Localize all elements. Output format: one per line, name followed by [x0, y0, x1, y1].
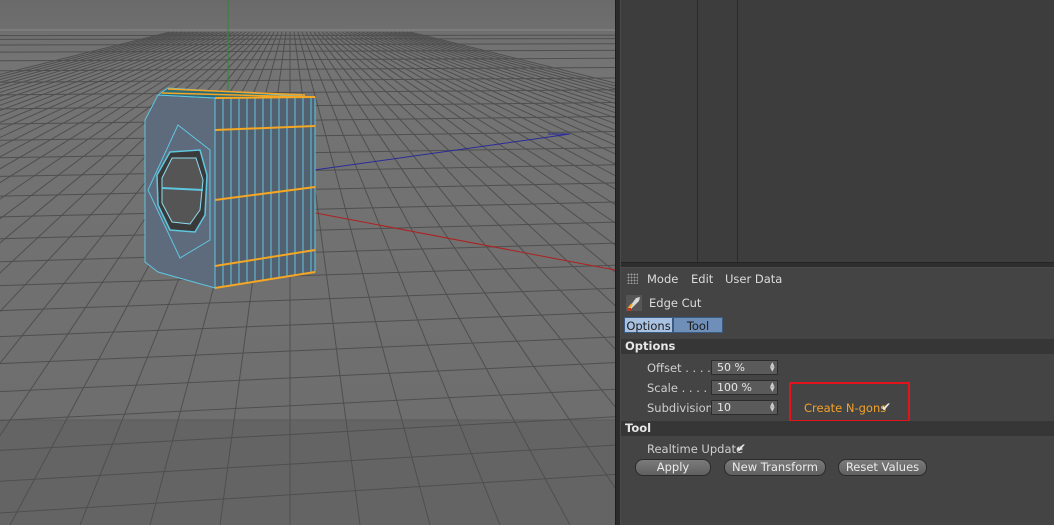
- tab-options[interactable]: Options: [624, 317, 673, 333]
- offset-label: Offset . . . .: [647, 361, 711, 375]
- viewport-scene: [0, 0, 615, 525]
- spinner-arrows-icon[interactable]: ▲ ▼: [770, 382, 775, 393]
- tab-tool[interactable]: Tool: [673, 317, 723, 333]
- subdivision-label: Subdivision: [647, 401, 713, 415]
- grid-line: [0, 287, 615, 312]
- realtime-update-checkbox[interactable]: ✔: [736, 442, 748, 454]
- subdivision-value: 10: [717, 401, 731, 414]
- menu-mode[interactable]: Mode: [647, 272, 678, 286]
- offset-field[interactable]: 50 % ▲ ▼: [711, 360, 778, 375]
- apply-button[interactable]: Apply: [635, 459, 711, 476]
- spinner-arrows-icon[interactable]: ▲ ▼: [770, 362, 775, 373]
- section-header-tool: Tool: [621, 421, 1054, 436]
- offset-value: 50 %: [717, 361, 745, 374]
- attribute-manager-menubar: Mode Edit User Data: [621, 268, 1054, 290]
- object-manager-panel: [621, 0, 1054, 262]
- reset-values-button[interactable]: Reset Values: [838, 459, 927, 476]
- scale-label: Scale . . . . .: [647, 381, 715, 395]
- panel-grip-icon[interactable]: [627, 273, 638, 284]
- new-transform-button[interactable]: New Transform: [724, 459, 826, 476]
- realtime-update-label: Realtime Update: [647, 442, 744, 456]
- grid-line: [0, 38, 615, 40]
- attribute-manager-panel: Mode Edit User Data Edge Cut Options Too…: [621, 268, 1054, 525]
- grid-line: [0, 311, 615, 338]
- menu-edit[interactable]: Edit: [691, 272, 713, 286]
- tool-name: Edge Cut: [649, 296, 702, 310]
- mesh-object: [144, 87, 316, 289]
- spinner-arrows-icon[interactable]: ▲ ▼: [770, 402, 775, 413]
- grid-line: [0, 388, 615, 421]
- om-column-divider: [737, 0, 738, 262]
- scale-value: 100 %: [717, 381, 752, 394]
- 3d-viewport[interactable]: [0, 0, 615, 525]
- scale-field[interactable]: 100 % ▲ ▼: [711, 380, 778, 395]
- section-header-options: Options: [621, 339, 1054, 354]
- om-column-divider: [697, 0, 698, 262]
- grid-line: [0, 362, 615, 393]
- create-ngons-label: Create N-gons: [804, 401, 887, 415]
- create-ngons-checkbox[interactable]: ✔: [881, 401, 893, 413]
- subdivision-field[interactable]: 10 ▲ ▼: [711, 400, 778, 415]
- tool-title-row: Edge Cut: [621, 293, 1054, 313]
- menu-user-data[interactable]: User Data: [725, 272, 782, 286]
- grid-line: [0, 43, 615, 46]
- x-axis: [299, 209, 615, 271]
- edge-cut-knife-icon: [626, 295, 642, 311]
